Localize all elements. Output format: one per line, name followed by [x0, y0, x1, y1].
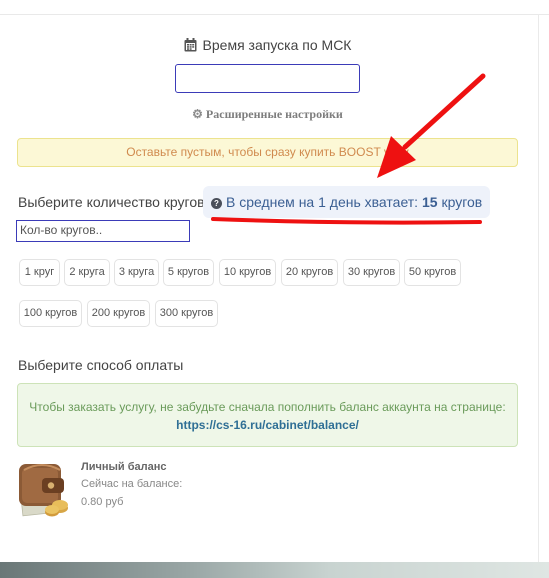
launch-time-label: Время запуска по МСК — [0, 37, 535, 55]
annotation-underline — [211, 217, 482, 225]
balance-current-label: Сейчас на балансе: — [81, 478, 183, 490]
preset-100-rounds-button[interactable]: 100 кругов — [19, 300, 82, 327]
balance-notice-text: Чтобы заказать услугу, не забудьте снача… — [29, 400, 506, 414]
panel-top-border — [0, 14, 549, 15]
rounds-quantity-input[interactable]: Кол-во кругов.. — [16, 220, 190, 242]
advanced-settings-toggle[interactable]: ⚙ Расширенные настройки — [0, 107, 535, 122]
preset-200-rounds-button[interactable]: 200 кругов — [87, 300, 150, 327]
average-rounds-hint: ? В среднем на 1 день хватает: 15 кругов — [203, 186, 491, 218]
balance-page-link[interactable]: https://cs-16.ru/cabinet/balance/ — [18, 418, 517, 432]
balance-title: Личный баланс — [81, 461, 167, 473]
preset-1-round-button[interactable]: 1 круг — [19, 259, 60, 286]
rounds-label: Выберите количество кругов — [18, 194, 205, 210]
preset-10-rounds-button[interactable]: 10 кругов — [219, 259, 276, 286]
preset-5-rounds-button[interactable]: 5 кругов — [163, 259, 214, 286]
wallet-icon[interactable] — [18, 458, 70, 518]
average-hint-number: 15 — [421, 194, 438, 210]
average-hint-prefix: В среднем на 1 день хватает: — [226, 194, 419, 210]
preset-3-rounds-button[interactable]: 3 круга — [114, 259, 159, 286]
preset-30-rounds-button[interactable]: 30 кругов — [343, 259, 400, 286]
launch-time-input[interactable] — [175, 64, 360, 93]
average-hint-unit: кругов — [441, 194, 483, 210]
panel-right-border — [538, 14, 539, 562]
calendar-icon — [184, 38, 197, 55]
preset-20-rounds-button[interactable]: 20 кругов — [281, 259, 338, 286]
launch-time-label-text: Время запуска по МСК — [202, 37, 352, 53]
question-icon: ? — [211, 198, 222, 209]
preset-50-rounds-button[interactable]: 50 кругов — [404, 259, 461, 286]
order-form-page: Время запуска по МСК ⚙ Расширенные настро… — [0, 0, 549, 578]
preset-300-rounds-button[interactable]: 300 кругов — [155, 300, 218, 327]
boost-notice: Оставьте пустым, чтобы сразу купить BOOS… — [17, 138, 518, 167]
advanced-settings-label: Расширенные настройки — [205, 107, 343, 121]
balance-value: 0.80 руб — [81, 496, 124, 508]
balance-notice: Чтобы заказать услугу, не забудьте снача… — [17, 383, 518, 447]
gear-icon: ⚙ — [192, 107, 203, 121]
window-bottom-strip — [0, 562, 549, 578]
preset-2-rounds-button[interactable]: 2 круга — [64, 259, 110, 286]
payment-method-label: Выберите способ оплаты — [18, 357, 184, 373]
